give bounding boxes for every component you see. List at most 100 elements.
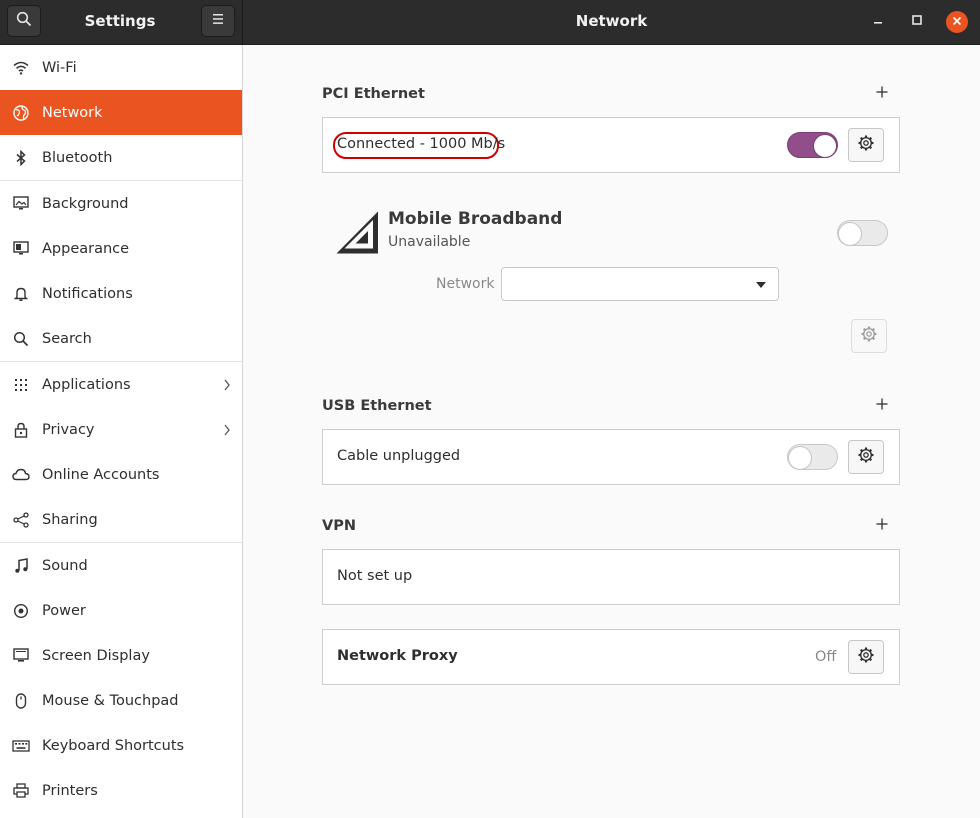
network-proxy-label: Network Proxy (337, 648, 458, 664)
chevron-right-icon (212, 378, 242, 392)
pci-ethernet-row: Connected - 1000 Mb/s (322, 117, 900, 173)
mobile-broadband-icon (335, 210, 381, 255)
mobile-broadband-status: Unavailable (388, 234, 471, 250)
switch-knob (813, 134, 837, 158)
sidebar-item-label: Online Accounts (42, 466, 160, 483)
sidebar-item-search[interactable]: Search (0, 316, 242, 361)
sidebar-item-label: Appearance (42, 240, 130, 257)
bell-icon (0, 271, 42, 316)
gear-icon (857, 134, 875, 156)
add-usb-connection-button[interactable] (872, 396, 892, 416)
sidebar-item-privacy[interactable]: Privacy (0, 407, 242, 452)
hamburger-menu-icon (211, 13, 225, 29)
usb-ethernet-title: USB Ethernet (322, 398, 432, 414)
header-bar: Settings Network (0, 0, 980, 45)
wifi-icon (0, 45, 42, 90)
add-vpn-button[interactable] (872, 516, 892, 536)
sidebar-item-label: Sound (42, 557, 88, 574)
network-proxy-row[interactable]: Network Proxy Off (322, 629, 900, 685)
minimize-icon (872, 14, 884, 30)
sidebar-item-label: Notifications (42, 285, 133, 302)
music-note-icon (0, 543, 42, 588)
minimize-button[interactable] (867, 11, 889, 33)
plus-icon (876, 518, 888, 534)
dropdown-arrow-icon (756, 282, 766, 288)
maximize-icon (911, 14, 923, 30)
sidebar-item-notifications[interactable]: Notifications (0, 271, 242, 316)
sidebar-item-appearance[interactable]: Appearance (0, 226, 242, 271)
pci-ethernet-switch[interactable] (787, 132, 838, 158)
sidebar-item-bluetooth[interactable]: Bluetooth (0, 135, 242, 180)
lock-icon (0, 407, 42, 452)
usb-ethernet-switch[interactable] (787, 444, 838, 470)
sidebar-item-label: Printers (42, 782, 98, 799)
mobile-broadband-switch[interactable] (837, 220, 888, 246)
mouse-icon (0, 678, 42, 723)
cloud-icon (0, 452, 42, 497)
plus-icon (876, 86, 888, 102)
sidebar-item-label: Network (42, 104, 103, 121)
sidebar-item-label: Search (42, 330, 92, 347)
printer-icon (0, 768, 42, 813)
keyboard-icon (0, 723, 42, 768)
mobile-settings-button[interactable] (851, 319, 887, 353)
vpn-status-label: Not set up (337, 568, 413, 584)
pci-ethernet-title: PCI Ethernet (322, 86, 425, 102)
share-icon (0, 497, 42, 542)
sidebar-item-label: Applications (42, 376, 131, 393)
sidebar-title: Settings (84, 12, 156, 30)
menu-button[interactable] (201, 5, 235, 37)
grid-icon (0, 362, 42, 407)
search-icon (0, 316, 42, 361)
power-icon (0, 588, 42, 633)
appearance-icon (0, 226, 42, 271)
network-proxy-value: Off (815, 649, 837, 665)
sidebar-item-screen-display[interactable]: Screen Display (0, 633, 242, 678)
add-pci-connection-button[interactable] (872, 84, 892, 104)
sidebar-item-label: Wi-Fi (42, 59, 77, 76)
sidebar-item-sound[interactable]: Sound (0, 543, 242, 588)
pci-status-label: Connected - 1000 Mb/s (337, 136, 506, 152)
sidebar-item-background[interactable]: Background (0, 181, 242, 226)
search-button[interactable] (7, 5, 41, 37)
vpn-row: Not set up (322, 549, 900, 605)
pci-settings-button[interactable] (848, 128, 884, 162)
search-icon (16, 11, 32, 31)
sidebar-item-mouse-touchpad[interactable]: Mouse & Touchpad (0, 678, 242, 723)
sidebar-item-keyboard-shortcuts[interactable]: Keyboard Shortcuts (0, 723, 242, 768)
usb-ethernet-row: Cable unplugged (322, 429, 900, 485)
sidebar-item-printers[interactable]: Printers (0, 768, 242, 813)
sidebar-item-label: Mouse & Touchpad (42, 692, 179, 709)
sidebar-item-label: Background (42, 195, 129, 212)
sidebar-item-sharing[interactable]: Sharing (0, 497, 242, 542)
background-icon (0, 181, 42, 226)
gear-icon (857, 446, 875, 468)
close-button[interactable] (946, 11, 968, 33)
plus-icon (876, 398, 888, 414)
usb-status-label: Cable unplugged (337, 448, 461, 464)
sidebar-item-label: Screen Display (42, 647, 150, 664)
bluetooth-icon (0, 135, 42, 180)
switch-knob (788, 446, 812, 470)
close-icon (952, 14, 962, 30)
sidebar-item-power[interactable]: Power (0, 588, 242, 633)
sidebar-header: Settings (0, 0, 243, 45)
sidebar-item-wifi[interactable]: Wi-Fi (0, 45, 242, 90)
gear-icon (860, 325, 878, 347)
network-panel: PCI Ethernet Connected - 1000 Mb/s Mobil… (243, 45, 980, 818)
sidebar-item-label: Power (42, 602, 86, 619)
display-icon (0, 633, 42, 678)
sidebar-item-online-accounts[interactable]: Online Accounts (0, 452, 242, 497)
sidebar-item-network[interactable]: Network (0, 90, 242, 135)
network-icon (0, 90, 42, 135)
sidebar-item-label: Privacy (42, 421, 95, 438)
mobile-broadband-title: Mobile Broadband (388, 209, 563, 229)
maximize-button[interactable] (906, 11, 928, 33)
usb-settings-button[interactable] (848, 440, 884, 474)
mobile-network-label: Network (436, 276, 495, 292)
switch-knob (838, 222, 862, 246)
mobile-network-dropdown[interactable] (501, 267, 779, 301)
proxy-settings-button[interactable] (848, 640, 884, 674)
sidebar-item-label: Bluetooth (42, 149, 113, 166)
sidebar-item-applications[interactable]: Applications (0, 362, 242, 407)
